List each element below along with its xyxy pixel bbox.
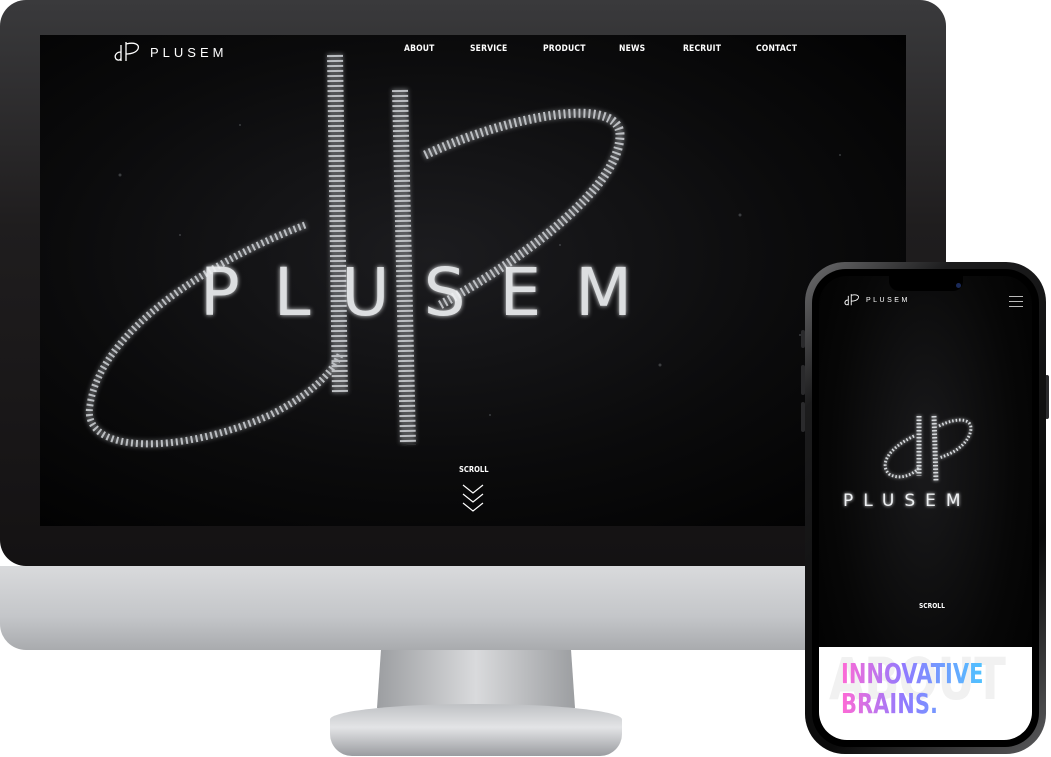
phone-frame: PLUSEM PLUSEM SCROLL ABOUT INNOVATIVE BR… bbox=[805, 262, 1046, 754]
desktop-screen: PLUSEM PLUSEM ABOUT SERVICE PRODUCT NEWS… bbox=[40, 35, 906, 526]
site-logo[interactable]: PLUSEM bbox=[112, 41, 227, 63]
imac-stand-neck bbox=[377, 650, 575, 708]
logo-mark-icon bbox=[114, 42, 140, 61]
scroll-label[interactable]: SCROLL bbox=[459, 465, 489, 474]
mobile-scroll-label[interactable]: SCROLL bbox=[919, 602, 945, 610]
main-nav: ABOUT SERVICE PRODUCT NEWS RECRUIT CONTA… bbox=[404, 44, 816, 54]
tagline-line-1: INNOVATIVE bbox=[841, 657, 984, 690]
mobile-hero-logo-text: PLUSEM bbox=[843, 491, 971, 511]
mobile-site-logo-text: PLUSEM bbox=[866, 296, 910, 304]
mobile-hero-particle-logo: PLUSEM bbox=[843, 415, 973, 511]
nav-recruit[interactable]: RECRUIT bbox=[683, 44, 745, 54]
nav-news[interactable]: NEWS bbox=[619, 44, 673, 54]
nav-product[interactable]: PRODUCT bbox=[543, 44, 608, 54]
site-logo-text: PLUSEM bbox=[150, 44, 228, 60]
tagline-line-2: BRAINS. bbox=[841, 687, 938, 720]
hamburger-menu-icon[interactable] bbox=[1009, 296, 1023, 307]
scroll-chevrons-icon[interactable] bbox=[459, 481, 487, 513]
logo-mark-icon bbox=[844, 294, 859, 306]
tagline: INNOVATIVE BRAINS. bbox=[841, 659, 983, 719]
nav-service[interactable]: SERVICE bbox=[470, 44, 532, 54]
phone-notch bbox=[889, 275, 963, 291]
mobile-site-logo[interactable]: PLUSEM bbox=[843, 293, 910, 307]
phone-inner-frame: PLUSEM PLUSEM SCROLL ABOUT INNOVATIVE BR… bbox=[812, 269, 1039, 747]
nav-contact[interactable]: CONTACT bbox=[756, 44, 807, 54]
front-camera bbox=[956, 283, 961, 288]
about-section: ABOUT INNOVATIVE BRAINS. bbox=[819, 645, 1032, 740]
imac-stand-base bbox=[330, 704, 622, 756]
hero-particle-logo: PLUSEM bbox=[85, 54, 841, 448]
hero-logo-text: PLUSEM bbox=[200, 254, 666, 331]
nav-about[interactable]: ABOUT bbox=[404, 44, 460, 54]
mobile-screen: PLUSEM PLUSEM SCROLL ABOUT INNOVATIVE BR… bbox=[819, 276, 1032, 740]
